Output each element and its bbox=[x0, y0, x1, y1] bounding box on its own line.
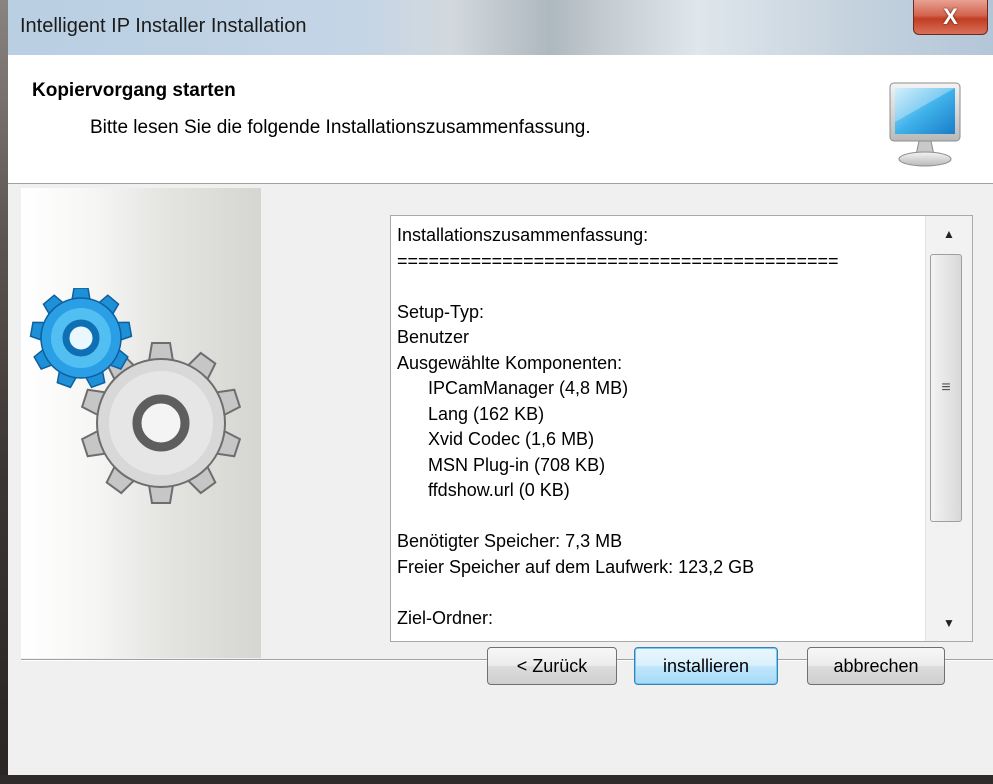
scroll-up-button[interactable]: ▲ bbox=[926, 216, 972, 252]
summary-text: Installationszusammenfassung: ===========… bbox=[397, 223, 917, 631]
cancel-button[interactable]: abbrechen bbox=[807, 647, 945, 685]
summary-line: MSN Plug-in (708 KB) bbox=[428, 454, 606, 475]
summary-line: Ausgewählte Komponenten: bbox=[397, 352, 623, 373]
installer-window: Intelligent IP Installer Installation X … bbox=[8, 0, 993, 784]
chevron-up-icon: ▲ bbox=[943, 227, 955, 241]
summary-line: Benötigter Speicher: 7,3 MB bbox=[397, 531, 623, 551]
scroll-down-button[interactable]: ▼ bbox=[926, 605, 972, 641]
summary-line: ========================================… bbox=[397, 250, 839, 271]
page-title: Kopiervorgang starten bbox=[32, 80, 236, 101]
summary-line: Installationszusammenfassung: bbox=[397, 225, 649, 245]
grip-icon: ≡ bbox=[941, 379, 951, 396]
summary-line: Freier Speicher auf dem Laufwerk: 123,2 … bbox=[397, 556, 755, 577]
window-title: Intelligent IP Installer Installation bbox=[20, 15, 307, 37]
summary-line: Setup-Typ: bbox=[397, 301, 485, 322]
summary-line: Benutzer bbox=[397, 327, 470, 347]
summary-line: Lang (162 KB) bbox=[428, 403, 545, 424]
gears-icon bbox=[29, 288, 242, 504]
chevron-down-icon: ▼ bbox=[943, 616, 955, 630]
monitor-icon bbox=[889, 82, 961, 167]
summary-line: Ziel-Ordner: bbox=[397, 607, 494, 628]
summary-line: Xvid Codec (1,6 MB) bbox=[428, 429, 595, 449]
installation-summary-textbox[interactable]: Installationszusammenfassung: ===========… bbox=[390, 215, 973, 642]
title-bar[interactable]: Intelligent IP Installer Installation X bbox=[8, 0, 993, 56]
summary-line: IPCamManager (4,8 MB) bbox=[428, 378, 629, 398]
desktop-bottom-edge bbox=[0, 775, 993, 784]
wizard-header: Kopiervorgang starten Bitte lesen Sie di… bbox=[8, 55, 993, 184]
summary-line bbox=[397, 580, 917, 606]
wizard-sidebar-graphic bbox=[21, 188, 261, 658]
summary-line bbox=[397, 274, 917, 300]
back-button[interactable]: < Zurück bbox=[487, 647, 617, 685]
summary-line: ffdshow.url (0 KB) bbox=[428, 480, 570, 500]
close-icon: X bbox=[943, 4, 958, 29]
close-button[interactable]: X bbox=[913, 0, 988, 35]
install-button[interactable]: installieren bbox=[634, 647, 778, 685]
page-subtitle: Bitte lesen Sie die folgende Installatio… bbox=[90, 117, 591, 138]
scrollbar-thumb[interactable]: ≡ bbox=[930, 254, 962, 522]
summary-line bbox=[397, 504, 917, 530]
vertical-scrollbar[interactable]: ▲ ≡ ▼ bbox=[925, 216, 972, 641]
